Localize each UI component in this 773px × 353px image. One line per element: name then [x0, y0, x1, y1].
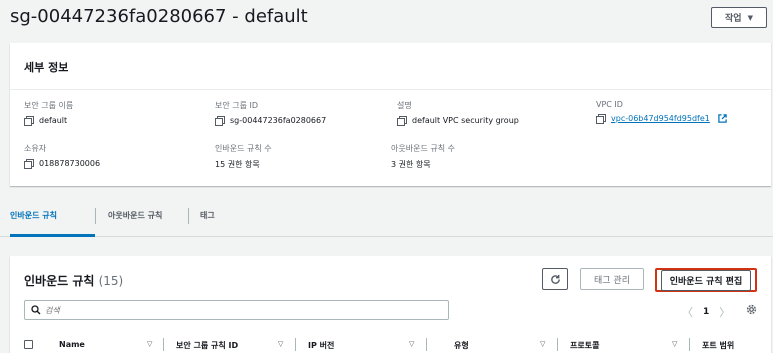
- details-panel: 세부 정보 보안 그룹 이름 default 보안 그룹 ID sg-00447…: [10, 43, 771, 186]
- field-owner: 소유자 018878730006: [24, 143, 101, 169]
- column-header-ip-version[interactable]: IP 버전: [308, 340, 334, 351]
- sort-icon[interactable]: ▽: [672, 340, 677, 348]
- field-value: 018878730006: [39, 159, 101, 168]
- rules-title: 인바운드 규칙: [24, 274, 95, 288]
- copy-icon[interactable]: [24, 159, 34, 169]
- external-link-icon[interactable]: [718, 114, 727, 123]
- current-page[interactable]: 1: [703, 307, 709, 317]
- column-divider: [689, 338, 690, 351]
- field-value: sg-00447236fa0280667: [230, 116, 327, 125]
- field-label: VPC ID: [596, 100, 623, 109]
- next-page-button[interactable]: 〉: [719, 304, 730, 320]
- field-label: 보안 그룹 이름: [24, 101, 74, 110]
- field-sg-name: 보안 그룹 이름 default: [24, 100, 74, 126]
- field-value: 15 권한 항목: [215, 160, 260, 169]
- field-value: 3 권한 항목: [391, 160, 431, 169]
- sort-icon[interactable]: ▽: [540, 340, 545, 348]
- field-outbound-count: 아웃바운드 규칙 수 3 권한 항목: [391, 143, 455, 170]
- inbound-rules-panel: 인바운드 규칙 (15) 태그 관리 인바운드 규칙 편집 〈 1 〉 Name…: [10, 256, 771, 353]
- field-vpc-id: VPC ID vpc-06b47d954fd95dfe1: [596, 100, 727, 124]
- details-heading: 세부 정보: [10, 43, 771, 90]
- actions-button[interactable]: 작업 ▼: [711, 7, 767, 28]
- select-all-checkbox[interactable]: [24, 340, 33, 349]
- field-label: 아웃바운드 규칙 수: [391, 144, 455, 153]
- search-input[interactable]: [45, 305, 425, 315]
- caret-down-icon: ▼: [747, 13, 753, 22]
- field-description: 설명 default VPC security group: [397, 100, 519, 126]
- actions-label: 작업: [725, 14, 742, 24]
- field-sg-id: 보안 그룹 ID sg-00447236fa0280667: [215, 100, 327, 126]
- tab-outbound-rules[interactable]: 아웃바운드 규칙: [108, 210, 162, 221]
- copy-icon[interactable]: [596, 114, 606, 124]
- refresh-button[interactable]: [542, 268, 568, 290]
- tab-bar: 인바운드 규칙 아웃바운드 규칙 태그: [0, 200, 773, 237]
- copy-icon[interactable]: [24, 116, 34, 126]
- column-header-port-range[interactable]: 포트 범위: [702, 340, 734, 351]
- tab-divider: [188, 208, 189, 224]
- copy-icon[interactable]: [215, 116, 225, 126]
- active-tab-indicator: [10, 234, 95, 237]
- column-header-type[interactable]: 유형: [454, 340, 469, 351]
- column-header-name[interactable]: Name: [59, 340, 85, 349]
- field-label: 인바운드 규칙 수: [215, 144, 272, 153]
- page-title: sg-00447236fa0280667 - default: [10, 6, 308, 27]
- field-label: 보안 그룹 ID: [215, 101, 259, 110]
- sort-icon[interactable]: ▽: [147, 340, 152, 348]
- vpc-link[interactable]: vpc-06b47d954fd95dfe1: [611, 114, 710, 123]
- column-header-protocol[interactable]: 프로토콜: [570, 340, 599, 351]
- tab-tags[interactable]: 태그: [200, 210, 215, 221]
- edit-inbound-rules-label: 인바운드 규칙 편집: [660, 269, 752, 291]
- edit-inbound-rules-button[interactable]: 인바운드 규칙 편집: [655, 268, 757, 292]
- pagination: 〈 1 〉: [682, 304, 730, 320]
- sort-icon[interactable]: ▽: [409, 340, 414, 348]
- column-divider: [557, 338, 558, 351]
- search-box[interactable]: [24, 300, 449, 320]
- gear-icon[interactable]: [746, 304, 757, 315]
- rules-heading: 인바운드 규칙 (15): [24, 272, 123, 289]
- manage-tags-button[interactable]: 태그 관리: [580, 268, 644, 290]
- tab-inbound-rules[interactable]: 인바운드 규칙: [10, 210, 57, 221]
- tab-divider: [95, 208, 96, 224]
- field-value: default VPC security group: [412, 116, 519, 125]
- field-value: default: [39, 116, 68, 125]
- column-header-rule-id[interactable]: 보안 그룹 규칙 ID: [176, 340, 238, 351]
- field-label: 설명: [397, 101, 412, 110]
- sort-icon[interactable]: ▽: [278, 340, 283, 348]
- rules-count: (15): [98, 274, 124, 288]
- copy-icon[interactable]: [397, 116, 407, 126]
- field-label: 소유자: [24, 144, 47, 153]
- refresh-icon: [550, 274, 560, 284]
- column-divider: [295, 338, 296, 351]
- search-icon: [31, 305, 41, 315]
- column-divider: [426, 338, 427, 351]
- column-divider: [163, 338, 164, 351]
- table-header: Name ▽ 보안 그룹 규칙 ID ▽ IP 버전 ▽ 유형 ▽ 프로토콜 ▽…: [10, 334, 771, 353]
- field-inbound-count: 인바운드 규칙 수 15 권한 항목: [215, 143, 272, 170]
- prev-page-button[interactable]: 〈: [682, 304, 693, 320]
